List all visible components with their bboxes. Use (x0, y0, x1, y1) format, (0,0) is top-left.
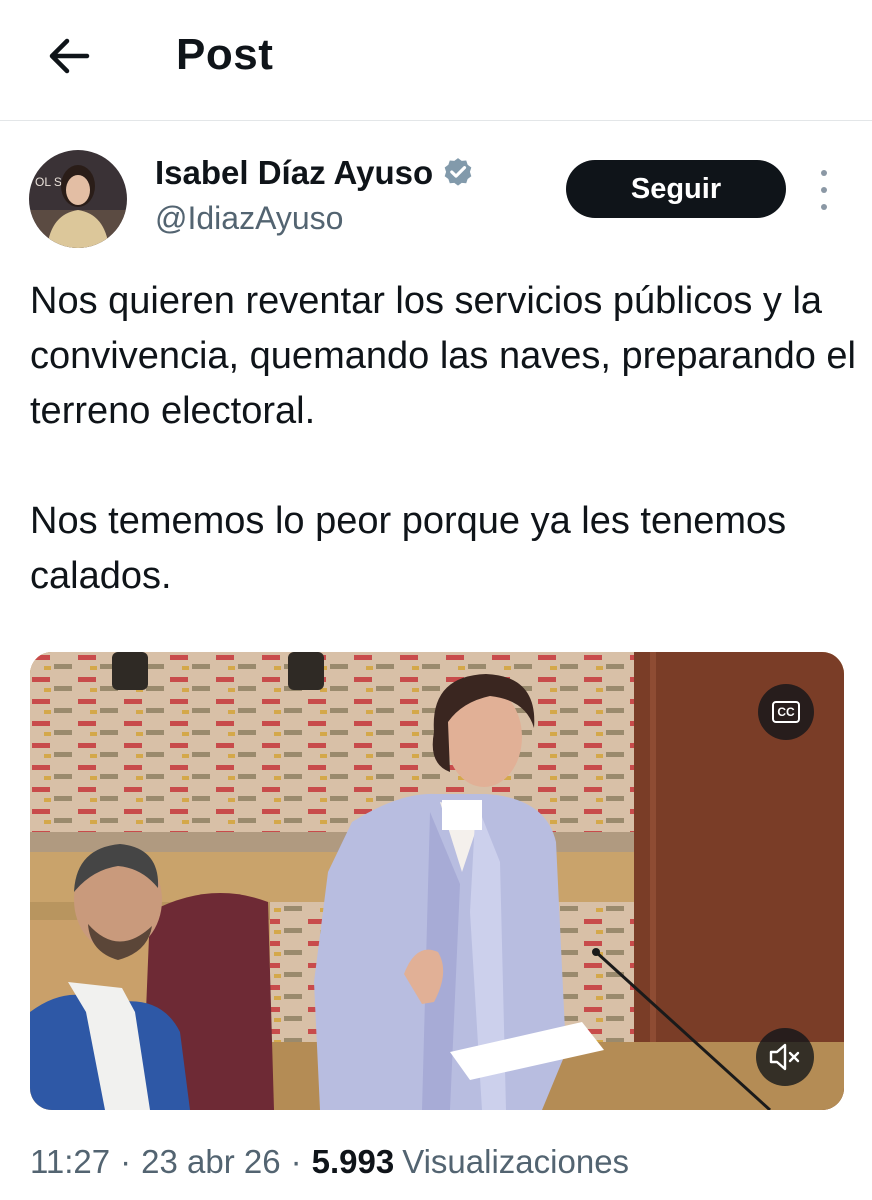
back-button[interactable] (40, 32, 98, 80)
separator-dot: · (290, 1143, 302, 1180)
avatar[interactable]: OL SIVE (29, 150, 127, 248)
follow-button[interactable]: Seguir (566, 160, 786, 218)
post-time[interactable]: 11:27 (30, 1143, 110, 1181)
post-date[interactable]: 23 abr 26 (141, 1143, 280, 1181)
separator-dot: · (120, 1143, 132, 1180)
arrow-left-icon (49, 38, 90, 74)
verified-badge-icon (444, 158, 472, 186)
tweet-paragraph: Nos quieren reventar los servicios públi… (30, 280, 856, 432)
author-name[interactable]: Isabel Díaz Ayuso (155, 154, 475, 192)
more-options-icon[interactable] (808, 170, 840, 210)
tweet-paragraph: Nos tememos lo peor porque ya les tenemo… (30, 500, 787, 597)
captions-button[interactable]: CC (758, 684, 814, 740)
volume-muted-icon (769, 1043, 800, 1071)
views-label: Visualizaciones (402, 1143, 630, 1180)
views-count: 5.993 (311, 1143, 395, 1180)
mute-button[interactable] (756, 1028, 814, 1086)
author-name-text: Isabel Díaz Ayuso (155, 154, 434, 191)
video-frame (30, 652, 844, 1110)
top-bar: Post (0, 0, 872, 121)
post-metadata: 11:27 · 23 abr 26 · 5.993 Visualizacione… (30, 1143, 629, 1181)
video-player[interactable]: CC (30, 652, 844, 1110)
closed-captions-icon: CC (772, 701, 800, 723)
author-handle[interactable]: @IdiazAyuso (155, 200, 343, 237)
tweet-text: Nos quieren reventar los servicios públi… (30, 274, 860, 604)
page-title: Post (176, 30, 274, 79)
